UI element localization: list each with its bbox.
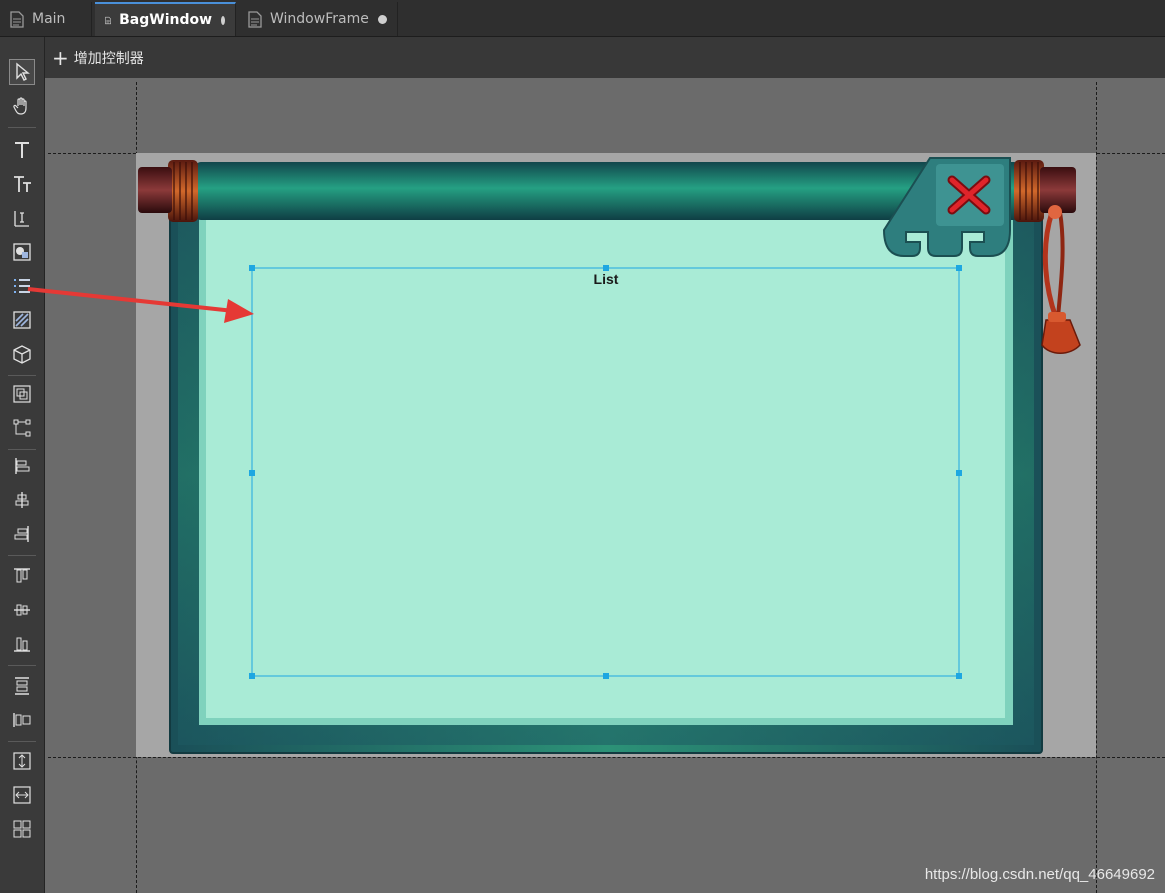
list-label: List	[593, 271, 619, 287]
bag-panel-background	[206, 214, 1005, 718]
scroll-window-art	[27, 157, 1081, 754]
watermark: https://blog.csdn.net/qq_46649692	[924, 866, 1155, 883]
